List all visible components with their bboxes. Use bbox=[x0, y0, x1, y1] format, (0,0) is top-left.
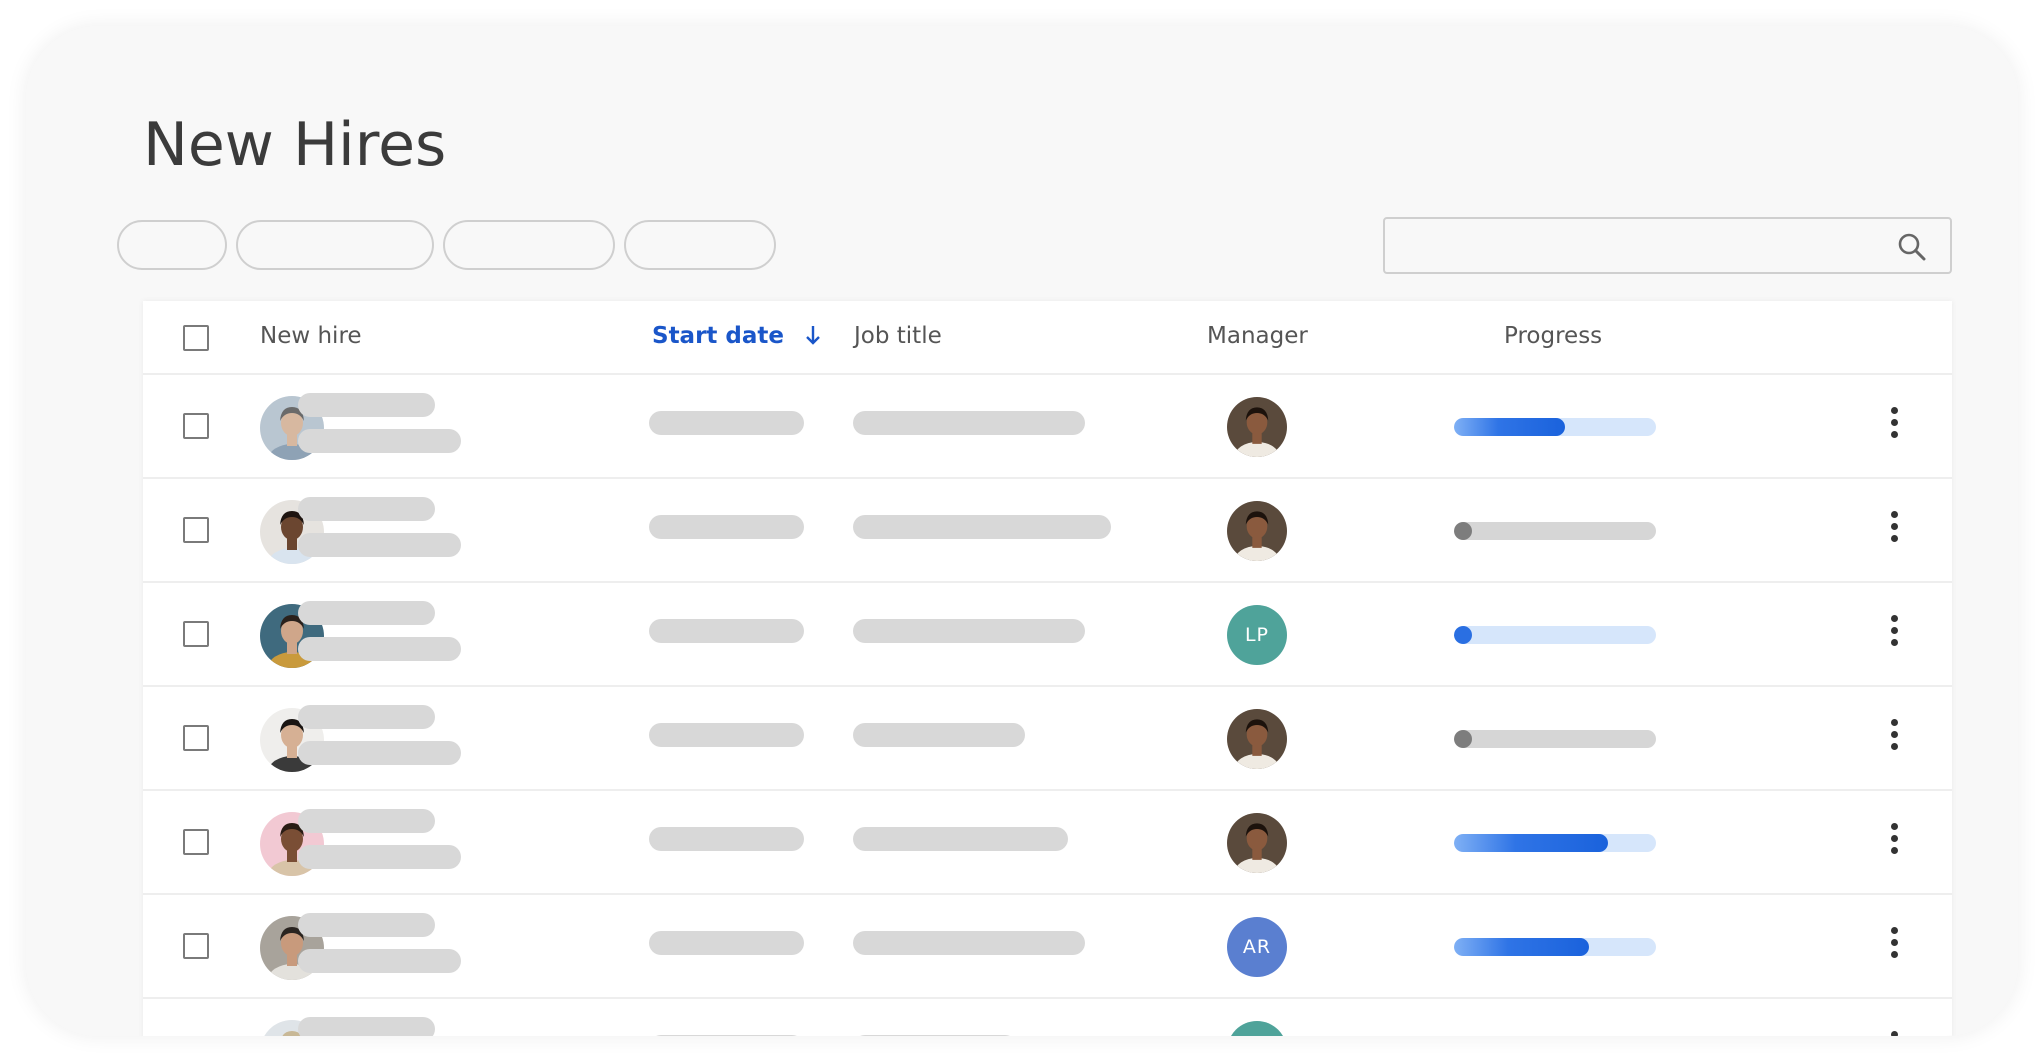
email-placeholder bbox=[298, 741, 461, 765]
new-hires-card: New Hires New hire Start date Job title … bbox=[26, 26, 2018, 1036]
email-placeholder bbox=[298, 429, 461, 453]
manager-avatar[interactable] bbox=[1227, 813, 1287, 873]
filter-pill-2[interactable] bbox=[236, 220, 434, 270]
job-title-placeholder bbox=[853, 619, 1085, 643]
table-row[interactable] bbox=[143, 479, 1952, 583]
manager-initials: AR bbox=[1242, 936, 1272, 958]
name-placeholder bbox=[298, 809, 435, 833]
name-placeholder bbox=[298, 705, 435, 729]
progress-bar bbox=[1454, 834, 1656, 852]
table-row[interactable]: AR bbox=[143, 895, 1952, 999]
manager-photo bbox=[1227, 397, 1287, 457]
email-placeholder bbox=[298, 533, 461, 557]
table-row[interactable]: LP bbox=[143, 999, 1952, 1036]
progress-bar bbox=[1454, 522, 1656, 540]
job-title-placeholder bbox=[853, 827, 1068, 851]
row-checkbox[interactable] bbox=[183, 829, 209, 855]
job-title-placeholder bbox=[853, 515, 1111, 539]
start-date-placeholder bbox=[649, 411, 804, 435]
search-input[interactable] bbox=[1397, 227, 1881, 265]
row-more-options-icon[interactable] bbox=[1884, 1031, 1904, 1036]
start-date-label: Start date bbox=[652, 323, 785, 349]
progress-bar bbox=[1454, 938, 1656, 956]
table-row[interactable]: LP bbox=[143, 583, 1952, 687]
row-checkbox[interactable] bbox=[183, 413, 209, 439]
start-date-placeholder bbox=[649, 515, 804, 539]
name-placeholder bbox=[298, 1017, 435, 1036]
start-date-placeholder bbox=[649, 1035, 804, 1036]
job-title-placeholder bbox=[853, 411, 1085, 435]
job-title-placeholder bbox=[853, 723, 1025, 747]
row-more-options-icon[interactable] bbox=[1884, 511, 1904, 551]
manager-initials-avatar[interactable]: LP bbox=[1227, 1021, 1287, 1036]
row-more-options-icon[interactable] bbox=[1884, 407, 1904, 447]
name-placeholder bbox=[298, 393, 435, 417]
column-header-job-title[interactable]: Job title bbox=[854, 323, 942, 349]
email-placeholder bbox=[298, 845, 461, 869]
manager-photo bbox=[1227, 501, 1287, 561]
table-row[interactable] bbox=[143, 791, 1952, 895]
manager-avatar[interactable] bbox=[1227, 397, 1287, 457]
manager-initials-avatar[interactable]: AR bbox=[1227, 917, 1287, 977]
progress-fill bbox=[1454, 418, 1565, 436]
email-placeholder bbox=[298, 949, 461, 973]
column-header-start-date[interactable]: Start date bbox=[652, 323, 822, 349]
progress-indicator bbox=[1454, 730, 1472, 748]
filter-pill-3[interactable] bbox=[443, 220, 615, 270]
manager-initials: LP bbox=[1244, 624, 1270, 646]
column-header-progress[interactable]: Progress bbox=[1504, 323, 1602, 349]
start-date-placeholder bbox=[649, 619, 804, 643]
table-row[interactable] bbox=[143, 375, 1952, 479]
name-placeholder bbox=[298, 497, 435, 521]
job-title-placeholder bbox=[853, 1035, 1017, 1036]
page-title: New Hires bbox=[143, 110, 447, 180]
name-placeholder bbox=[298, 601, 435, 625]
search-box[interactable] bbox=[1383, 217, 1952, 274]
table-header: New hire Start date Job title Manager Pr… bbox=[143, 301, 1952, 375]
arrow-down-icon bbox=[806, 326, 820, 345]
row-checkbox[interactable] bbox=[183, 933, 209, 959]
row-checkbox[interactable] bbox=[183, 517, 209, 543]
manager-photo bbox=[1227, 709, 1287, 769]
row-checkbox[interactable] bbox=[183, 621, 209, 647]
manager-avatar[interactable] bbox=[1227, 501, 1287, 561]
filter-pill-1[interactable] bbox=[117, 220, 227, 270]
manager-initials-avatar[interactable]: LP bbox=[1227, 605, 1287, 665]
column-header-new-hire[interactable]: New hire bbox=[260, 323, 362, 349]
row-more-options-icon[interactable] bbox=[1884, 719, 1904, 759]
start-date-placeholder bbox=[649, 931, 804, 955]
progress-fill bbox=[1454, 834, 1608, 852]
column-header-manager[interactable]: Manager bbox=[1207, 323, 1308, 349]
name-placeholder bbox=[298, 913, 435, 937]
progress-bar bbox=[1454, 418, 1656, 436]
filter-pill-4[interactable] bbox=[624, 220, 776, 270]
progress-indicator bbox=[1454, 522, 1472, 540]
row-checkbox[interactable] bbox=[183, 725, 209, 751]
start-date-placeholder bbox=[649, 723, 804, 747]
progress-bar bbox=[1454, 626, 1656, 644]
manager-avatar[interactable] bbox=[1227, 709, 1287, 769]
start-date-placeholder bbox=[649, 827, 804, 851]
manager-photo bbox=[1227, 813, 1287, 873]
select-all-checkbox[interactable] bbox=[183, 325, 209, 351]
row-more-options-icon[interactable] bbox=[1884, 823, 1904, 863]
progress-bar bbox=[1454, 730, 1656, 748]
email-placeholder bbox=[298, 637, 461, 661]
job-title-placeholder bbox=[853, 931, 1085, 955]
table-row[interactable] bbox=[143, 687, 1952, 791]
search-icon[interactable] bbox=[1896, 231, 1928, 263]
row-more-options-icon[interactable] bbox=[1884, 927, 1904, 967]
progress-fill bbox=[1454, 938, 1589, 956]
progress-indicator bbox=[1454, 626, 1472, 644]
new-hires-table: New hire Start date Job title Manager Pr… bbox=[143, 301, 1952, 1036]
row-more-options-icon[interactable] bbox=[1884, 615, 1904, 655]
